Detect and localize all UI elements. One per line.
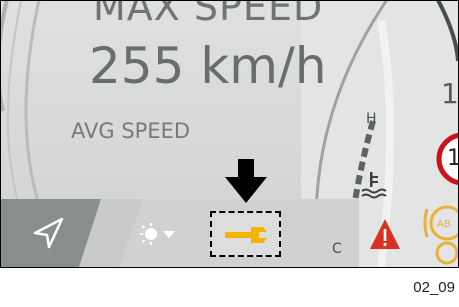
coolant-temperature-icon: [361, 172, 387, 199]
figure-label: 02_09: [413, 279, 455, 296]
temperature-cold-label: C: [332, 241, 342, 257]
cluster-screenshot: AB MAX SPEED 255 km/h AVG SPEED H C 1 1: [0, 0, 459, 268]
warning-triangle-icon: [370, 219, 400, 249]
abs-warning-icon: AB: [423, 205, 458, 265]
wrench-icon[interactable]: [223, 223, 269, 247]
down-arrow-icon: [225, 159, 267, 203]
max-speed-label: MAX SPEED: [93, 0, 324, 29]
max-speed-value: 255 km/h: [89, 37, 327, 95]
svg-text:AB: AB: [437, 219, 451, 230]
navigation-arrow-icon[interactable]: [31, 215, 67, 251]
avg-speed-label: AVG SPEED: [71, 119, 191, 143]
speed-readout-partial: 1: [441, 77, 459, 110]
speed-limit-value-partial: 1: [447, 146, 458, 171]
light-settings-icon[interactable]: [139, 221, 179, 247]
temperature-hot-label: H: [366, 111, 377, 127]
